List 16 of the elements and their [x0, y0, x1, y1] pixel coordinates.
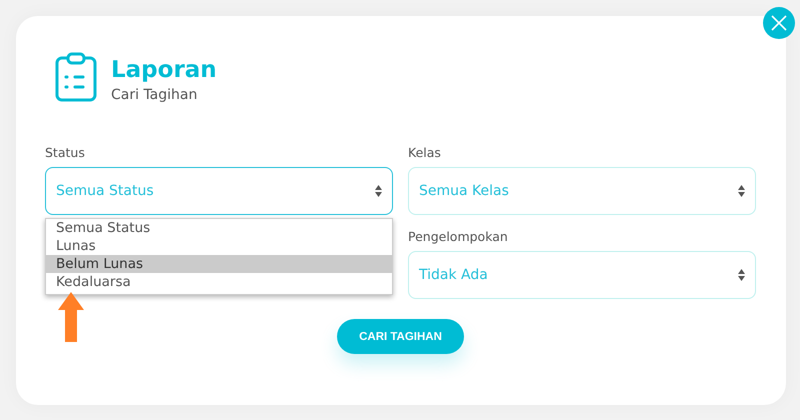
field-label: Pengelompokan [408, 229, 509, 245]
dropdown-option[interactable]: Lunas [46, 237, 392, 255]
close-button[interactable] [763, 7, 795, 39]
sort-arrows-icon [738, 185, 745, 197]
sort-arrows-icon [738, 269, 745, 281]
dropdown-option[interactable]: Semua Status [46, 219, 392, 237]
dialog-subtitle: Cari Tagihan [111, 86, 198, 105]
field-label: Status [45, 145, 86, 161]
dropdown-option[interactable]: Kedaluarsa [46, 273, 392, 291]
clipboard-icon [55, 52, 97, 102]
close-icon [771, 15, 787, 31]
field-label: Kelas [408, 145, 442, 161]
sort-arrows-icon [375, 185, 382, 197]
dialog-title: Laporan [111, 56, 217, 85]
arrow-icon [58, 292, 84, 342]
dropdown-option[interactable]: Belum Lunas [46, 255, 392, 273]
